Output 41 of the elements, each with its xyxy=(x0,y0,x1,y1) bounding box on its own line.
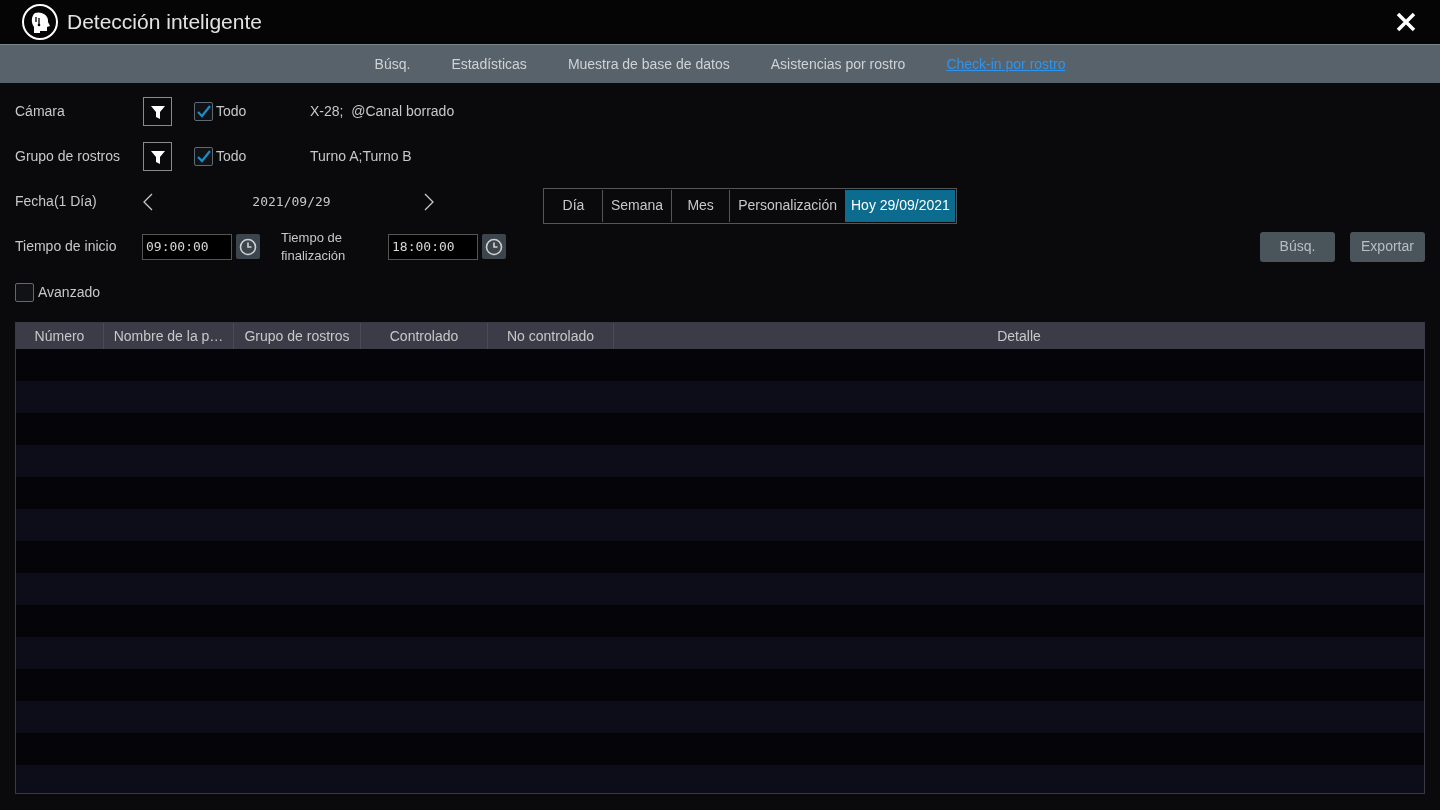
column-header: Número xyxy=(16,323,104,349)
range-tab[interactable]: Día xyxy=(545,189,603,222)
nav-tab[interactable]: Estadísticas xyxy=(451,53,527,75)
checkbox-label: Todo xyxy=(216,147,248,166)
nav-tab[interactable]: Búsq. xyxy=(374,53,411,75)
window-title: Detección inteligente xyxy=(67,9,262,36)
column-header: Detalle xyxy=(996,326,1042,346)
funnel-icon xyxy=(149,148,166,165)
column-header: Nombre de la p… xyxy=(104,323,234,349)
selection-text: Turno A;Turno B xyxy=(310,147,412,166)
clock-button[interactable] xyxy=(236,234,260,259)
clock-button[interactable] xyxy=(482,234,506,259)
checkbox[interactable] xyxy=(194,147,213,166)
field-label: Cámara xyxy=(15,102,66,121)
filter-button[interactable] xyxy=(143,142,172,171)
field-label: Fecha(1 Día) xyxy=(15,192,98,211)
checkbox[interactable] xyxy=(194,102,213,121)
time-field[interactable]: 18:00:00 xyxy=(388,233,478,260)
nav-tab[interactable]: Muestra de base de datos xyxy=(567,53,730,75)
range-tab[interactable]: Mes xyxy=(672,189,731,222)
action-button[interactable]: Exportar xyxy=(1350,231,1425,262)
range-tab[interactable]: Semana xyxy=(603,189,673,222)
filter-button[interactable] xyxy=(143,97,172,126)
checkbox[interactable] xyxy=(15,282,34,302)
funnel-icon xyxy=(149,103,166,120)
range-tab[interactable]: Hoy 29/09/2021 xyxy=(846,189,955,222)
close-button[interactable] xyxy=(1394,10,1418,34)
selection-text: X-28; @Canal borrado xyxy=(310,102,455,121)
field-label: Tiempo de inicio xyxy=(15,237,118,256)
column-header: No controlado xyxy=(488,323,614,349)
action-button[interactable]: Búsq. xyxy=(1260,231,1335,262)
column-header: Controlado xyxy=(361,323,488,349)
nav-tab[interactable]: Asistencias por rostro xyxy=(770,53,906,75)
date-value: 2021/09/29 xyxy=(251,192,332,211)
time-field[interactable]: 09:00:00 xyxy=(142,233,232,260)
field-label: Grupo de rostros xyxy=(15,147,122,166)
checkbox-label: Avanzado xyxy=(38,282,100,302)
head-logo-icon xyxy=(22,4,58,40)
column-header: Grupo de rostros xyxy=(234,323,361,349)
checkbox-label: Todo xyxy=(216,102,248,121)
field-label: Tiempo de finalización xyxy=(281,228,347,265)
